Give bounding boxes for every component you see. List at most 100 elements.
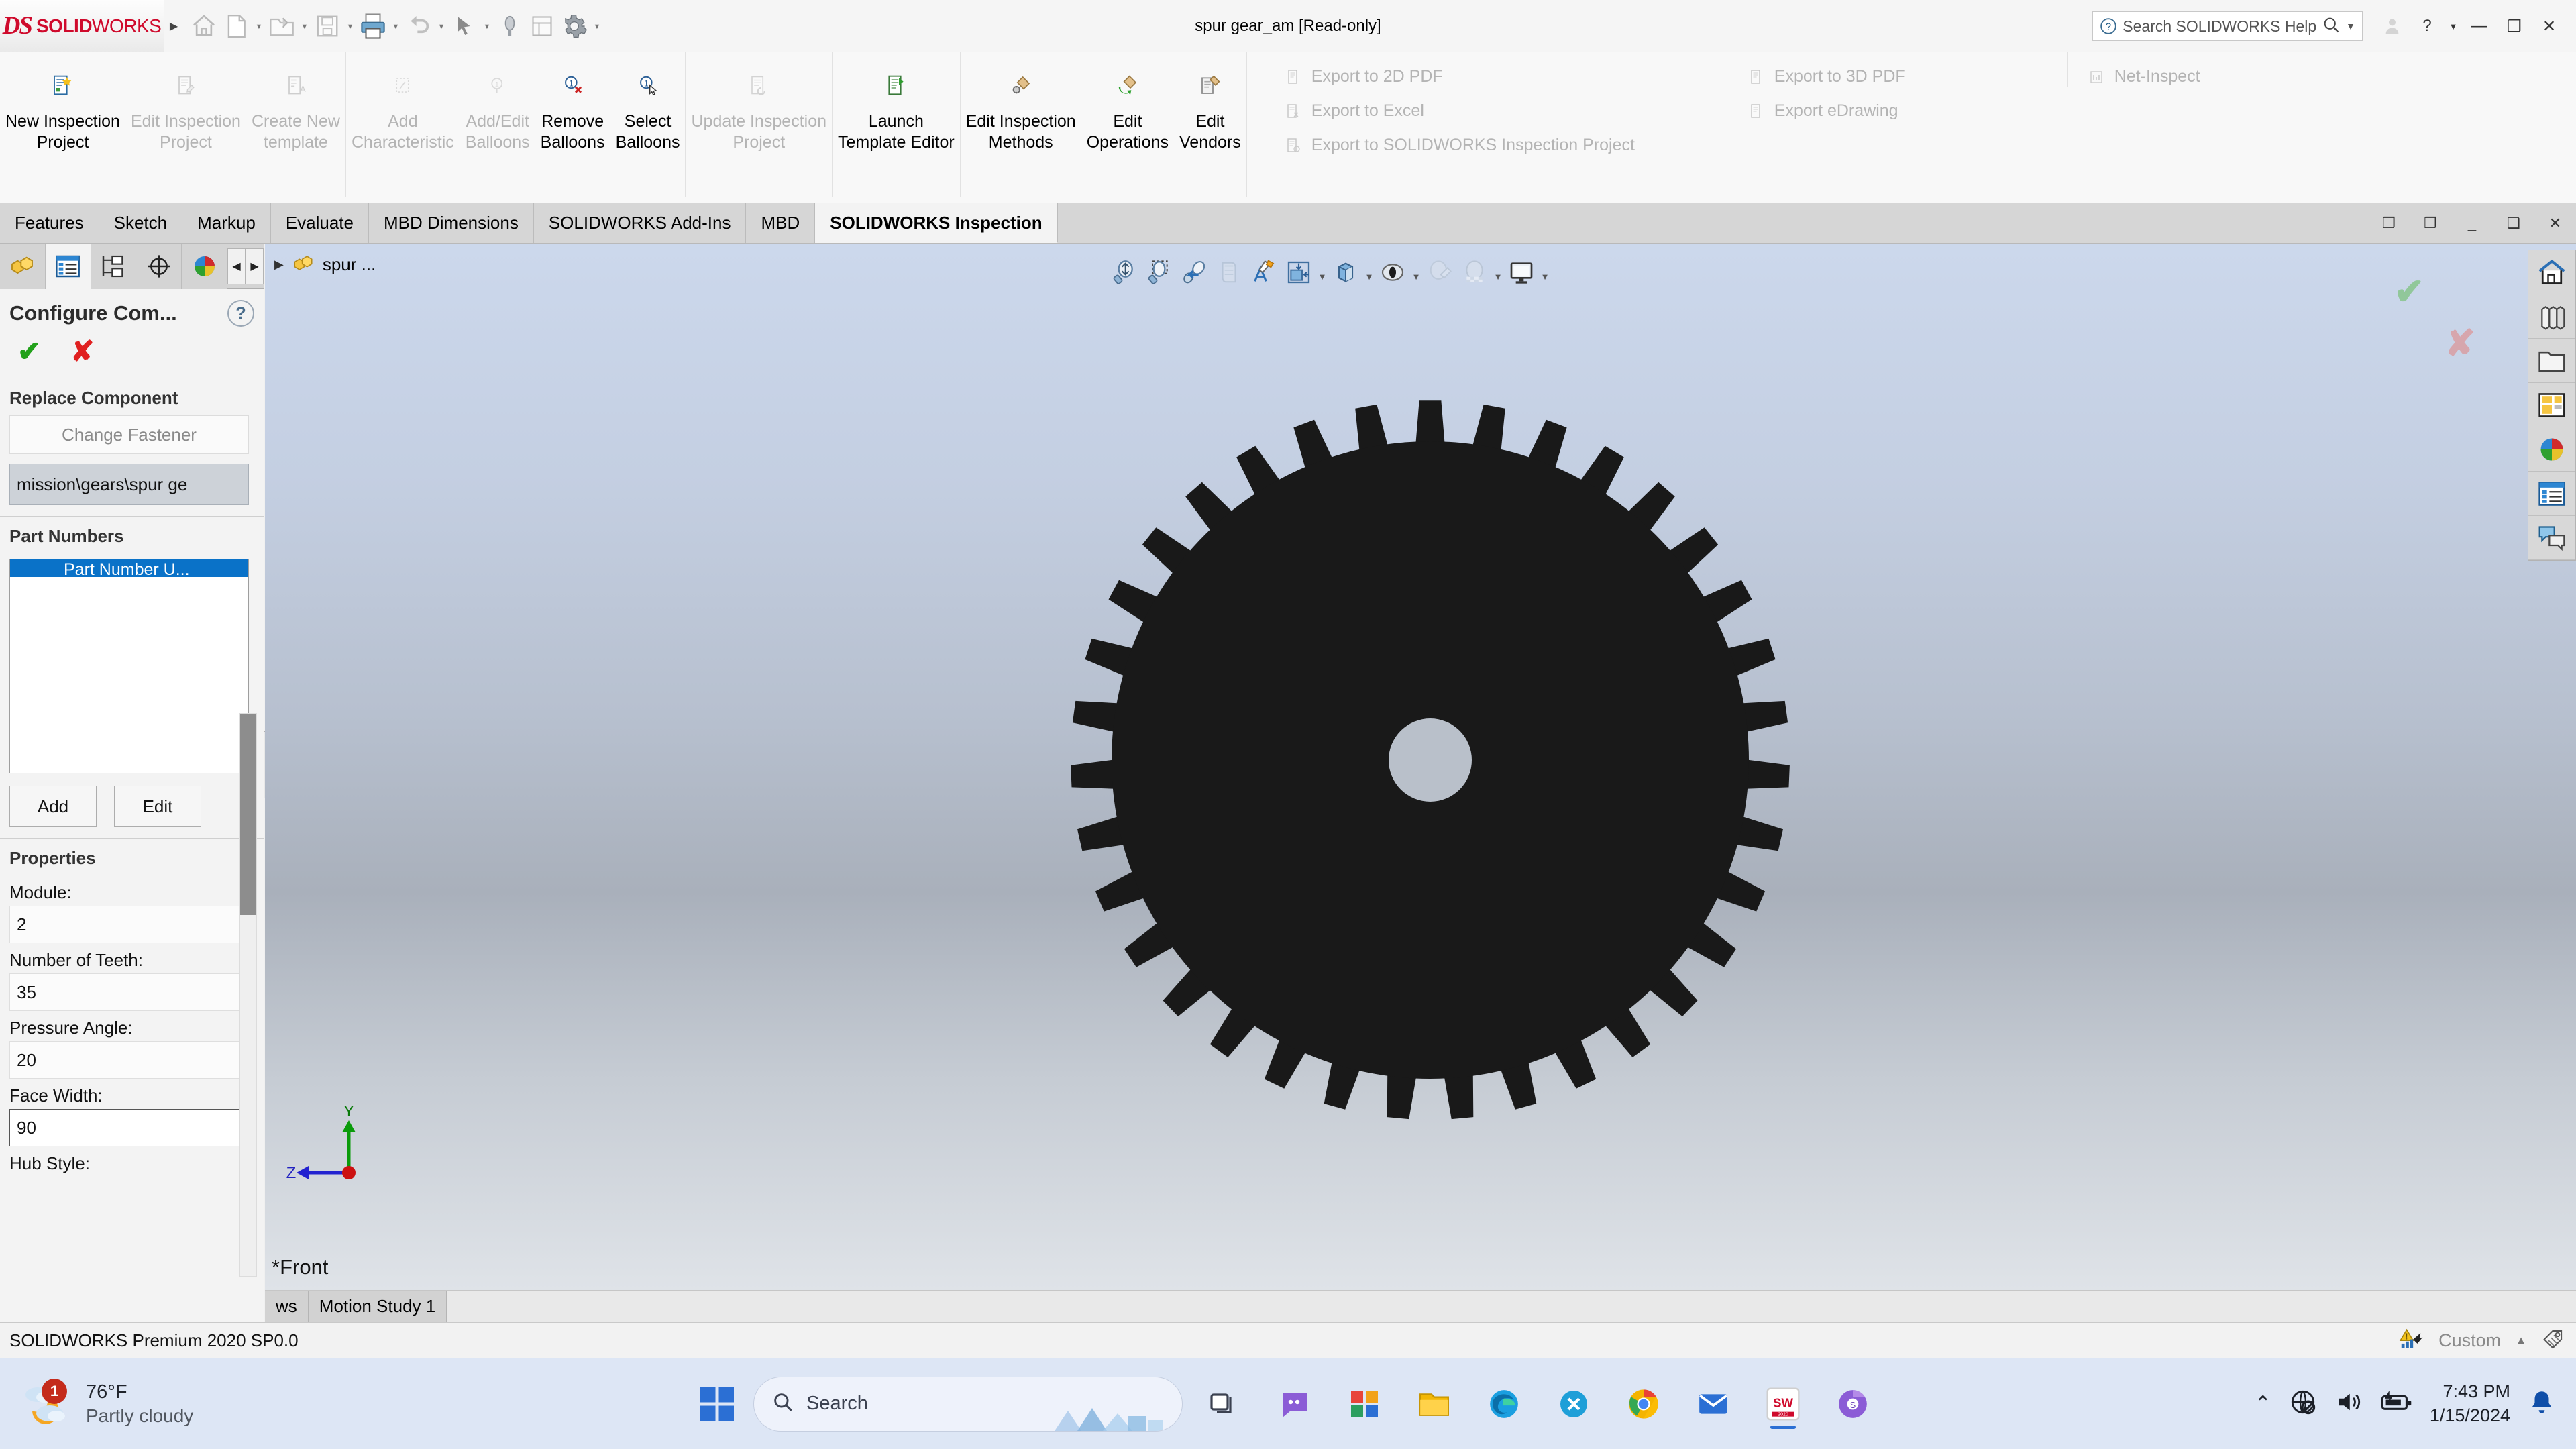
spur-gear-model[interactable]: [265, 244, 2576, 1290]
select-arrow-icon[interactable]: [449, 7, 480, 46]
part-numbers-list[interactable]: Part Number U...: [9, 559, 249, 773]
tile-window-icon[interactable]: ❐: [2368, 203, 2410, 244]
document-minimize-button[interactable]: _: [2451, 203, 2493, 244]
edit-vendors-button[interactable]: Edit Vendors: [1174, 52, 1246, 186]
confirm-accept-icon[interactable]: ✔: [2394, 272, 2424, 312]
change-fastener-button[interactable]: Change Fastener: [9, 415, 249, 454]
accept-button[interactable]: ✔: [17, 337, 41, 366]
undo-caret-icon[interactable]: ▼: [435, 7, 447, 46]
new-document-icon[interactable]: [221, 7, 252, 46]
property-manager-scrollbar[interactable]: [239, 713, 257, 1277]
chat-teams-icon[interactable]: [1267, 1377, 1322, 1432]
chrome-beta-icon[interactable]: S: [1825, 1377, 1880, 1432]
export-2d-pdf-icon: [1285, 68, 1302, 86]
tab-sketch[interactable]: Sketch: [99, 203, 183, 243]
save-icon[interactable]: [312, 7, 343, 46]
scrollbar-thumb[interactable]: [240, 714, 256, 915]
edit-button[interactable]: Edit: [114, 786, 201, 827]
options-gear-icon[interactable]: [559, 7, 590, 46]
tag-icon[interactable]: [2541, 1326, 2567, 1356]
help-search-caret-icon[interactable]: ▼: [2346, 21, 2355, 32]
solidworks-forum-icon[interactable]: [2528, 516, 2575, 560]
view-palette-icon[interactable]: [2528, 383, 2575, 427]
tab-features[interactable]: Features: [0, 203, 99, 243]
task-view-icon[interactable]: [1197, 1377, 1252, 1432]
edit-operations-button[interactable]: Edit Operations: [1081, 52, 1174, 186]
display-manager-tab[interactable]: [182, 244, 227, 289]
tab-mbd-dimensions[interactable]: MBD Dimensions: [369, 203, 534, 243]
scroll-right-icon[interactable]: ▶: [246, 248, 264, 284]
help-icon[interactable]: ?: [227, 300, 254, 327]
file-explorer-icon[interactable]: [2528, 339, 2575, 383]
tab-solidworks-inspection[interactable]: SOLIDWORKS Inspection: [815, 203, 1058, 243]
search-magnifier-icon[interactable]: [2322, 15, 2341, 38]
units-caret-icon[interactable]: ▲: [2516, 1335, 2526, 1347]
help-search-box[interactable]: ? Search SOLIDWORKS Help ▼: [2092, 11, 2363, 41]
file-explorer-taskbar-icon[interactable]: [1407, 1377, 1462, 1432]
component-path-field[interactable]: mission\gears\spur ge: [9, 464, 249, 505]
custom-properties-icon[interactable]: [2528, 472, 2575, 516]
tab-mbd[interactable]: MBD: [746, 203, 816, 243]
scroll-left-icon[interactable]: ◀: [227, 248, 246, 284]
face-width-input[interactable]: 90: [9, 1109, 249, 1146]
new-inspection-project-button[interactable]: New Inspection Project: [0, 52, 125, 186]
print-icon[interactable]: [358, 7, 388, 46]
graphics-viewport[interactable]: ▶ spur ... ▼ ▼ ▼ ▼ ▼ Y Z *Front ✔ ✘: [265, 244, 2576, 1290]
open-folder-icon[interactable]: [266, 7, 297, 46]
select-balloons-button[interactable]: 1 Select Balloons: [610, 52, 686, 186]
rebuild-icon[interactable]: [527, 7, 557, 46]
mail-icon[interactable]: [1686, 1377, 1741, 1432]
undo-icon[interactable]: [403, 7, 434, 46]
solidworks-taskbar-icon[interactable]: SW 2020: [1756, 1377, 1811, 1432]
model-views-tab[interactable]: ws: [265, 1291, 309, 1322]
tile-window-2-icon[interactable]: ❐: [2410, 203, 2451, 244]
units-label[interactable]: Custom: [2438, 1330, 2501, 1351]
minimize-button[interactable]: —: [2462, 0, 2497, 52]
tab-solidworks-add-ins[interactable]: SOLIDWORKS Add-Ins: [533, 203, 747, 243]
pressure-angle-input[interactable]: 20: [9, 1041, 249, 1079]
help-menu-caret-icon[interactable]: ▼: [2445, 0, 2462, 52]
document-restore-button[interactable]: ❑: [2493, 203, 2534, 244]
dimxpert-manager-tab[interactable]: [136, 244, 182, 289]
remove-balloons-button[interactable]: 1 Remove Balloons: [535, 52, 610, 186]
options-caret-icon[interactable]: ▼: [591, 7, 603, 46]
performance-warning-icon[interactable]: !: [2398, 1326, 2424, 1356]
solidworks-logo[interactable]: DS SOLIDWORKS: [0, 0, 164, 52]
document-close-button[interactable]: ✕: [2534, 203, 2576, 244]
open-caret-icon[interactable]: ▼: [299, 7, 311, 46]
magnify-icon[interactable]: [494, 7, 525, 46]
configuration-manager-tab[interactable]: [91, 244, 137, 289]
launch-template-editor-button[interactable]: Launch Template Editor: [833, 52, 960, 186]
confirm-reject-icon[interactable]: ✘: [2445, 322, 2475, 364]
cancel-button[interactable]: ✘: [70, 337, 94, 366]
design-library-icon[interactable]: [2528, 294, 2575, 339]
select-caret-icon[interactable]: ▼: [481, 7, 493, 46]
number-of-teeth-input[interactable]: 35: [9, 973, 249, 1011]
module-input[interactable]: 2: [9, 906, 249, 943]
new-document-caret-icon[interactable]: ▼: [253, 7, 265, 46]
vscode-icon[interactable]: [1546, 1377, 1601, 1432]
tab-evaluate[interactable]: Evaluate: [270, 203, 369, 243]
search-input[interactable]: Search: [753, 1376, 1183, 1432]
start-icon[interactable]: [696, 1383, 739, 1426]
close-button[interactable]: ✕: [2532, 0, 2567, 52]
appearances-scenes-icon[interactable]: [2528, 427, 2575, 472]
edit-inspection-methods-button[interactable]: Edit Inspection Methods: [961, 52, 1081, 186]
restore-button[interactable]: ❐: [2497, 0, 2532, 52]
add-edit-balloons-icon: 1: [488, 64, 508, 106]
motion-study-tab[interactable]: Motion Study 1: [308, 1291, 447, 1322]
feature-manager-tab[interactable]: [0, 244, 46, 289]
help-menu-button[interactable]: ?: [2410, 0, 2445, 52]
print-caret-icon[interactable]: ▼: [390, 7, 402, 46]
tab-markup[interactable]: Markup: [182, 203, 271, 243]
save-caret-icon[interactable]: ▼: [344, 7, 356, 46]
widgets-icon[interactable]: [1337, 1377, 1392, 1432]
account-icon[interactable]: [2375, 0, 2410, 52]
google-chrome-icon[interactable]: [1616, 1377, 1671, 1432]
add-button[interactable]: Add: [9, 786, 97, 827]
microsoft-edge-icon[interactable]: [1477, 1377, 1532, 1432]
solidworks-resources-icon[interactable]: [2528, 250, 2575, 294]
home-icon[interactable]: [189, 7, 219, 46]
logo-expand-caret-icon[interactable]: ▶: [164, 19, 183, 33]
property-manager-tab[interactable]: [45, 244, 91, 289]
